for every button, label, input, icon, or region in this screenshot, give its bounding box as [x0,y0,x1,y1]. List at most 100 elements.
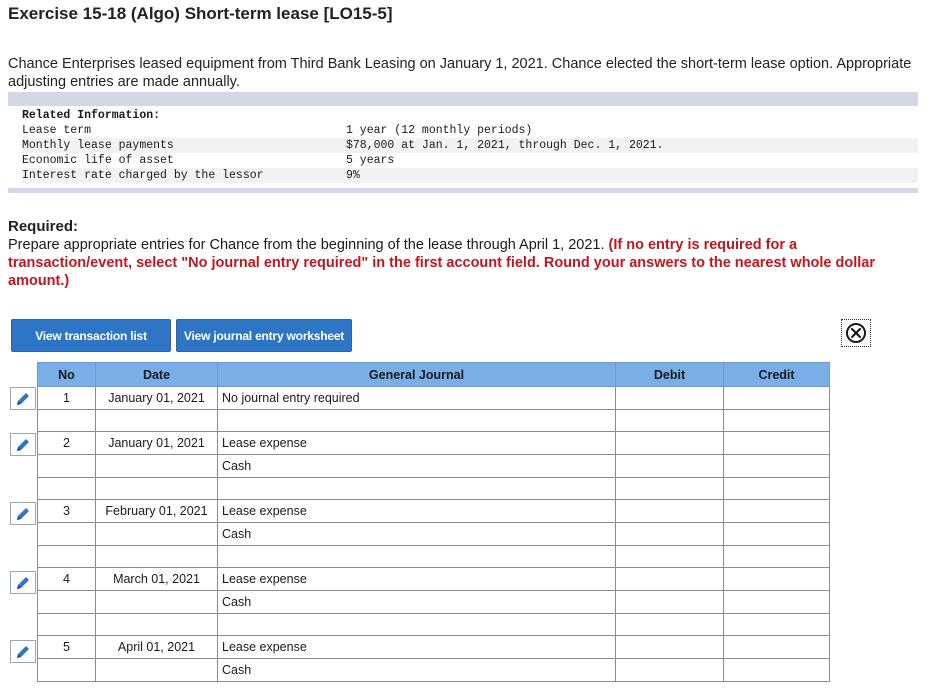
info-band-bottom [8,188,918,193]
pencil-icon[interactable] [10,640,36,663]
related-information-table: Related Information: Lease term 1 year (… [22,108,918,183]
entry-number: 1 [37,386,96,410]
journal-table: No Date General Journal Debit Credit 1 J… [37,362,830,682]
account-cell[interactable]: Cash [217,522,616,546]
table-row [37,409,830,432]
table-row [37,545,830,568]
entry-date: April 01, 2021 [95,635,218,659]
entry-date: March 01, 2021 [95,567,218,591]
table-row: Cash [37,658,830,682]
debit-cell[interactable] [615,545,724,568]
close-icon[interactable] [841,319,871,347]
pencil-icon[interactable] [10,433,36,456]
entry-number: 4 [37,567,96,591]
info-value: $78,000 at Jan. 1, 2021, through Dec. 1,… [346,139,664,152]
account-cell[interactable]: Lease expense [217,635,616,659]
account-cell[interactable] [217,409,616,432]
table-row: 1 January 01, 2021 No journal entry requ… [37,386,830,410]
account-cell[interactable] [217,477,616,500]
column-header-no: No [37,362,96,387]
debit-cell[interactable] [615,613,724,636]
debit-cell[interactable] [615,590,724,614]
account-cell[interactable]: Cash [217,658,616,682]
table-row: Cash [37,590,830,614]
credit-cell[interactable] [723,635,830,659]
account-cell[interactable]: Lease expense [217,431,616,455]
table-row: Cash [37,522,830,546]
credit-cell[interactable] [723,658,830,682]
intro-text: Chance Enterprises leased equipment from… [8,56,912,90]
entry-number: 3 [37,499,96,523]
pencil-icon[interactable] [10,502,36,525]
page-title: Exercise 15-18 (Algo) Short-term lease [… [8,4,393,23]
credit-cell[interactable] [723,590,830,614]
related-information-heading: Related Information: [22,109,161,122]
credit-cell[interactable] [723,386,830,410]
view-transaction-list-button[interactable]: View transaction list [11,319,171,352]
column-header-debit: Debit [615,362,724,387]
credit-cell[interactable] [723,567,830,591]
entry-date: February 01, 2021 [95,499,218,523]
debit-cell[interactable] [615,658,724,682]
credit-cell[interactable] [723,454,830,478]
debit-cell[interactable] [615,409,724,432]
table-row: 5 April 01, 2021 Lease expense [37,635,830,659]
credit-cell[interactable] [723,431,830,455]
debit-cell[interactable] [615,454,724,478]
info-value: 9% [346,169,360,182]
table-row [37,613,830,636]
info-label: Monthly lease payments [22,139,174,152]
credit-cell[interactable] [723,545,830,568]
column-header-credit: Credit [723,362,830,387]
debit-cell[interactable] [615,499,724,523]
account-cell[interactable] [217,545,616,568]
journal-table-wrapper: No Date General Journal Debit Credit 1 J… [37,362,830,682]
account-cell[interactable] [217,613,616,636]
account-cell[interactable]: Cash [217,454,616,478]
account-cell[interactable]: Cash [217,590,616,614]
required-section: Required: Prepare appropriate entries fo… [8,218,920,290]
info-value: 5 years [346,154,395,167]
account-cell[interactable]: No journal entry required [217,386,616,410]
entry-number: 2 [37,431,96,455]
debit-cell[interactable] [615,567,724,591]
info-value: 1 year (12 monthly periods) [346,124,533,137]
debit-cell[interactable] [615,431,724,455]
info-band-top [8,92,918,106]
entry-date: January 01, 2021 [95,431,218,455]
credit-cell[interactable] [723,613,830,636]
column-header-date: Date [95,362,218,387]
table-row: 4 March 01, 2021 Lease expense [37,567,830,591]
entry-date: January 01, 2021 [95,386,218,410]
debit-cell[interactable] [615,635,724,659]
credit-cell[interactable] [723,477,830,500]
debit-cell[interactable] [615,522,724,546]
required-text: Prepare appropriate entries for Chance f… [8,237,605,253]
table-row: 3 February 01, 2021 Lease expense [37,499,830,523]
required-text-block: Prepare appropriate entries for Chance f… [8,236,920,290]
info-row: Interest rate charged by the lessor 9% [22,168,918,183]
pencil-icon[interactable] [10,571,36,594]
table-row: Cash [37,454,830,478]
info-label: Interest rate charged by the lessor [22,169,264,182]
view-journal-entry-worksheet-button[interactable]: View journal entry worksheet [176,319,352,352]
info-row: Lease term 1 year (12 monthly periods) [22,123,918,138]
info-label: Lease term [22,124,92,137]
related-information-panel: Related Information: Lease term 1 year (… [8,92,918,195]
credit-cell[interactable] [723,409,830,432]
credit-cell[interactable] [723,522,830,546]
credit-cell[interactable] [723,499,830,523]
info-label: Economic life of asset [22,154,174,167]
debit-cell[interactable] [615,386,724,410]
account-cell[interactable]: Lease expense [217,567,616,591]
required-label: Required: [8,218,79,235]
journal-header-row: No Date General Journal Debit Credit [37,362,830,387]
pencil-icon[interactable] [10,387,36,410]
table-row [37,477,830,500]
debit-cell[interactable] [615,477,724,500]
entry-number: 5 [37,635,96,659]
info-row: Monthly lease payments $78,000 at Jan. 1… [22,138,918,153]
table-row: 2 January 01, 2021 Lease expense [37,431,830,455]
account-cell[interactable]: Lease expense [217,499,616,523]
column-header-general-journal: General Journal [217,362,616,387]
